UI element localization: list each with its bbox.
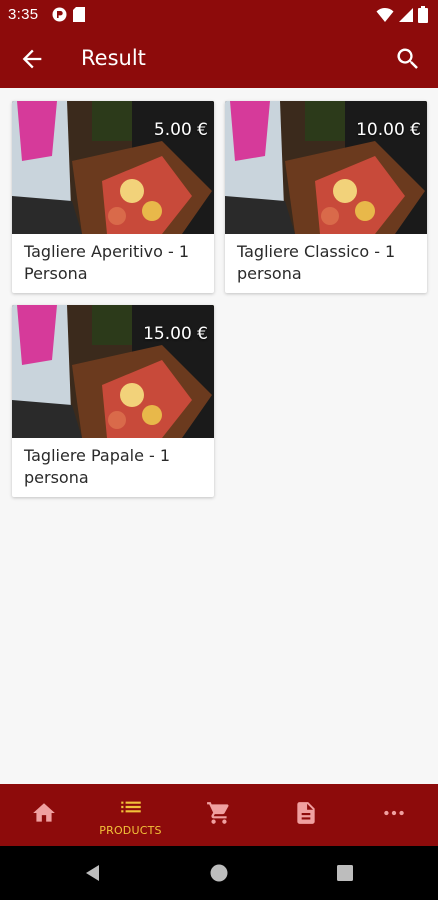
list-icon (118, 794, 144, 820)
status-right-icons (376, 6, 428, 28)
nav-item-products[interactable]: PRODUCTS (87, 784, 174, 846)
status-left-icons (52, 7, 85, 27)
product-price: 10.00 € (356, 120, 421, 140)
back-arrow-icon[interactable] (18, 45, 46, 73)
home-icon (31, 800, 57, 826)
product-image: 15.00 € (12, 305, 214, 438)
wifi-icon (376, 7, 394, 28)
cart-icon (206, 800, 232, 826)
nav-item-home[interactable] (0, 784, 87, 846)
product-card[interactable]: 5.00 € Tagliere Aperitivo - 1 Persona (12, 101, 214, 293)
nav-item-label: PRODUCTS (99, 824, 162, 837)
status-time: 3:35 (8, 6, 39, 23)
product-price: 15.00 € (143, 324, 208, 344)
product-grid: 5.00 € Tagliere Aperitivo - 1 Persona 10… (0, 88, 438, 784)
product-image: 5.00 € (12, 101, 214, 234)
product-name: Tagliere Aperitivo - 1 Persona (24, 242, 190, 283)
system-navigation-bar (0, 846, 438, 900)
product-image: 10.00 € (225, 101, 427, 234)
document-icon (293, 800, 319, 826)
signal-icon (398, 7, 414, 28)
system-home-icon[interactable] (209, 863, 229, 883)
nav-item-cart[interactable] (175, 784, 262, 846)
product-name: Tagliere Papale - 1 persona (24, 446, 171, 487)
battery-icon (418, 6, 428, 28)
product-card[interactable]: 15.00 € Tagliere Papale - 1 persona (12, 305, 214, 497)
page-title: Result (81, 46, 146, 70)
product-price: 5.00 € (153, 120, 208, 140)
nav-item-orders[interactable] (262, 784, 349, 846)
system-recents-icon[interactable] (335, 863, 355, 883)
app-notification-icon (52, 7, 67, 27)
more-icon (381, 800, 407, 826)
search-icon[interactable] (394, 45, 422, 73)
status-bar: 3:35 (0, 0, 438, 30)
system-back-icon[interactable] (83, 863, 103, 883)
nav-item-more[interactable] (350, 784, 437, 846)
product-name: Tagliere Classico - 1 persona (237, 242, 396, 283)
product-card[interactable]: 10.00 € Tagliere Classico - 1 persona (225, 101, 427, 293)
bottom-navigation: PRODUCTS (0, 784, 438, 846)
app-bar: Result (0, 30, 438, 88)
sd-card-icon (73, 7, 85, 27)
